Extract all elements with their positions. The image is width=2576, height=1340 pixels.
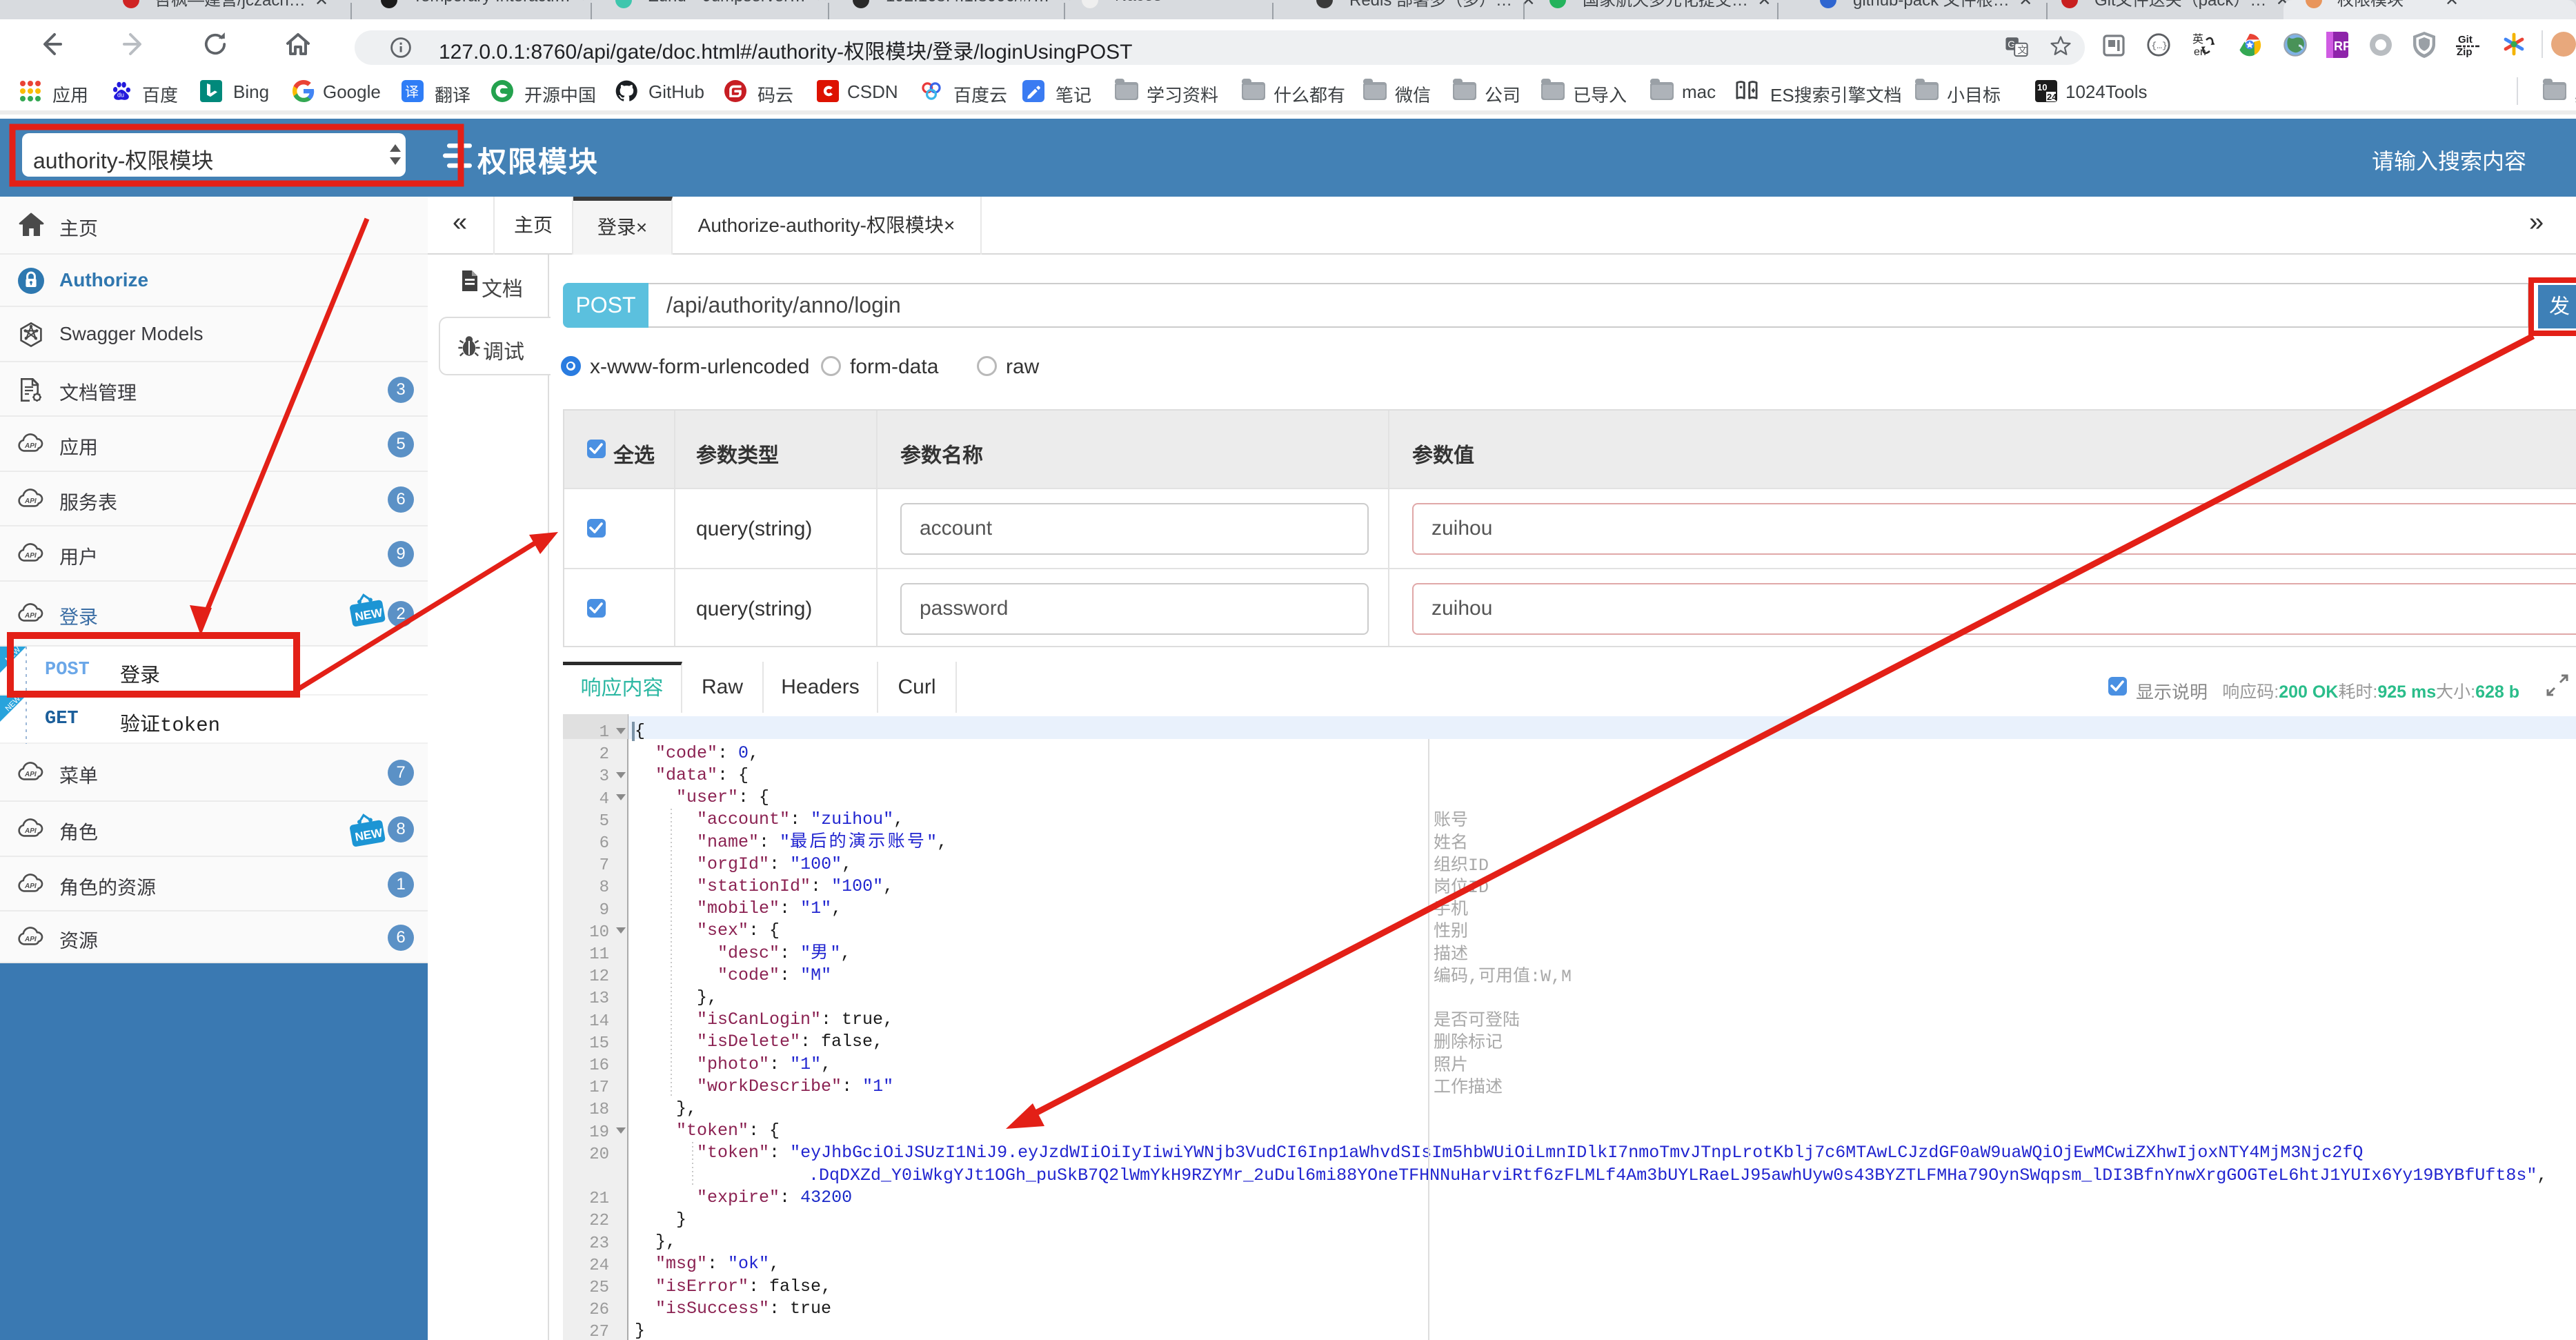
svg-text:Zip: Zip — [2457, 46, 2473, 58]
svg-text:译: 译 — [405, 81, 419, 101]
svg-text:24: 24 — [2047, 92, 2057, 102]
svg-text:RP: RP — [2334, 39, 2348, 53]
svg-text:文: 文 — [2017, 46, 2027, 57]
svg-text:du: du — [117, 91, 124, 98]
svg-text:Git: Git — [2458, 34, 2473, 46]
svg-text:{…}: {…} — [2151, 41, 2167, 51]
svg-text:英: 英 — [2192, 33, 2203, 46]
svg-text:10: 10 — [2037, 82, 2047, 92]
